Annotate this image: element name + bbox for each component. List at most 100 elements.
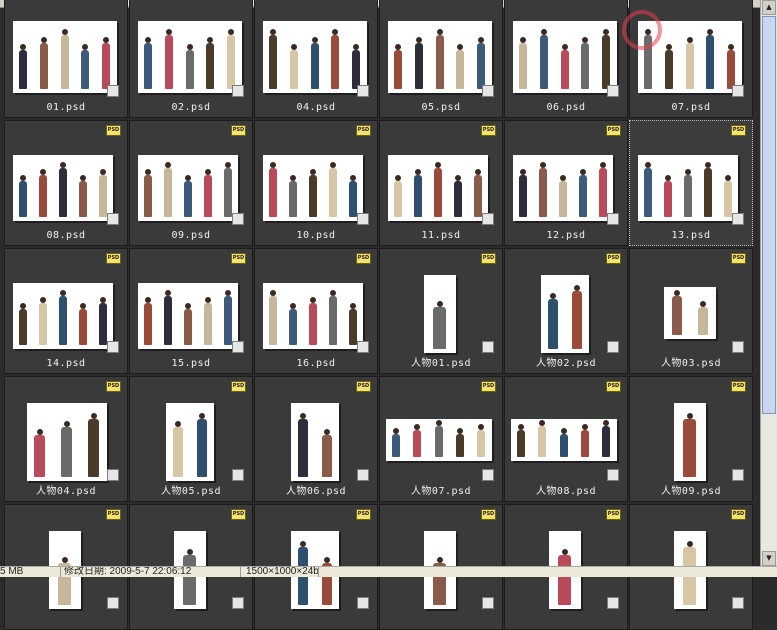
select-checkbox[interactable] [482,469,494,481]
person-head [705,162,711,168]
thumbnail-image[interactable] [674,403,706,481]
select-checkbox[interactable] [357,597,369,609]
thumbnail-image[interactable] [27,403,107,481]
select-checkbox[interactable] [357,469,369,481]
thumbnail-image[interactable] [388,155,488,221]
select-checkbox[interactable] [232,341,244,353]
thumbnail-image[interactable] [13,21,117,93]
thumbnail-cell[interactable]: PSD 人物05.psd [129,376,253,502]
thumbnail-cell[interactable]: PSD 人物06.psd [254,376,378,502]
thumbnail-image[interactable] [424,275,456,353]
select-checkbox[interactable] [482,341,494,353]
select-checkbox[interactable] [732,341,744,353]
person-head [80,175,86,181]
select-checkbox[interactable] [732,469,744,481]
thumbnail-image[interactable] [13,155,113,221]
thumbnail-image[interactable] [541,275,589,353]
thumbnail-image[interactable] [388,21,492,93]
thumbnail-cell[interactable]: 04.psd [254,0,378,118]
thumbnail-cell[interactable]: PSD 11.psd [379,120,503,246]
person-figure [102,37,110,89]
person-head [686,541,693,547]
select-checkbox[interactable] [357,85,369,97]
person-figure [224,162,232,217]
thumbnail-cell[interactable]: PSD 14.psd [4,248,128,374]
scrollbar-thumb[interactable] [762,16,776,414]
person-figure [164,162,172,217]
person-head [103,37,109,43]
thumbnail-cell[interactable]: PSD 13.psd [629,120,753,246]
select-checkbox[interactable] [607,213,619,225]
select-checkbox[interactable] [607,597,619,609]
thumbnail-image[interactable] [166,403,214,481]
select-checkbox[interactable] [607,469,619,481]
thumbnail-cell[interactable]: 05.psd [379,0,503,118]
thumbnail-image[interactable] [638,155,738,221]
person-figure [664,175,672,217]
thumbnail-image[interactable] [263,283,363,349]
select-checkbox[interactable] [107,341,119,353]
select-checkbox[interactable] [357,341,369,353]
thumbnail-image[interactable] [386,419,492,461]
select-checkbox[interactable] [482,597,494,609]
thumbnail-cell[interactable]: PSD 人物09.psd [629,376,753,502]
thumbnail-image[interactable] [513,155,613,221]
thumbnail-cell[interactable]: PSD 08.psd [4,120,128,246]
thumbnail-image[interactable] [664,287,716,339]
thumbnail-cell[interactable]: PSD 人物02.psd [504,248,628,374]
thumbnail-cell[interactable]: PSD 人物03.psd [629,248,753,374]
person-figure [436,29,444,89]
select-checkbox[interactable] [607,85,619,97]
person-figure [144,169,152,217]
vertical-scrollbar[interactable]: ▲ ▼ [760,0,777,566]
select-checkbox[interactable] [732,213,744,225]
select-checkbox[interactable] [107,85,119,97]
thumbnail-image[interactable] [138,155,238,221]
thumbnail-cell[interactable]: PSD 人物07.psd [379,376,503,502]
thumbnail-cell[interactable]: PSD 人物01.psd [379,248,503,374]
thumbnail-image[interactable] [513,21,617,93]
select-checkbox[interactable] [232,85,244,97]
thumbnail-cell[interactable]: PSD 09.psd [129,120,253,246]
thumbnail-image[interactable] [138,283,238,349]
select-checkbox[interactable] [357,213,369,225]
person-figure [39,169,47,217]
person-head [312,37,318,43]
select-checkbox[interactable] [232,469,244,481]
thumbnail-cell[interactable]: PSD 人物04.psd [4,376,128,502]
thumbnail-cell[interactable]: 02.psd [129,0,253,118]
person-head [562,44,568,50]
person-head [353,44,359,50]
person-figure [19,303,27,345]
thumbnail-cell[interactable]: PSD 12.psd [504,120,628,246]
person-head [414,424,420,430]
thumbnail-cell[interactable]: PSD 10.psd [254,120,378,246]
select-checkbox[interactable] [732,597,744,609]
select-checkbox[interactable] [482,213,494,225]
thumbnail-image[interactable] [138,21,242,93]
select-checkbox[interactable] [107,469,119,481]
thumbnail-cell[interactable]: PSD 人物08.psd [504,376,628,502]
person-head [603,29,609,35]
thumbnail-image[interactable] [13,283,113,349]
person-figure [311,37,319,89]
thumbnail-image[interactable] [291,403,339,481]
select-checkbox[interactable] [107,597,119,609]
select-checkbox[interactable] [232,213,244,225]
person-head [185,303,191,309]
thumbnail-image[interactable] [511,419,617,461]
thumbnail-cell[interactable]: PSD 16.psd [254,248,378,374]
psd-file-icon: PSD [606,381,621,392]
select-checkbox[interactable] [732,85,744,97]
thumbnail-image[interactable] [263,155,363,221]
scroll-up-arrow-icon[interactable]: ▲ [762,0,776,15]
select-checkbox[interactable] [482,85,494,97]
thumbnail-image[interactable] [263,21,367,93]
thumbnail-cell[interactable]: PSD 15.psd [129,248,253,374]
select-checkbox[interactable] [607,341,619,353]
select-checkbox[interactable] [107,213,119,225]
select-checkbox[interactable] [232,597,244,609]
scroll-down-arrow-icon[interactable]: ▼ [762,551,776,566]
thumbnail-cell[interactable]: 06.psd [504,0,628,118]
thumbnail-cell[interactable]: 01.psd [4,0,128,118]
